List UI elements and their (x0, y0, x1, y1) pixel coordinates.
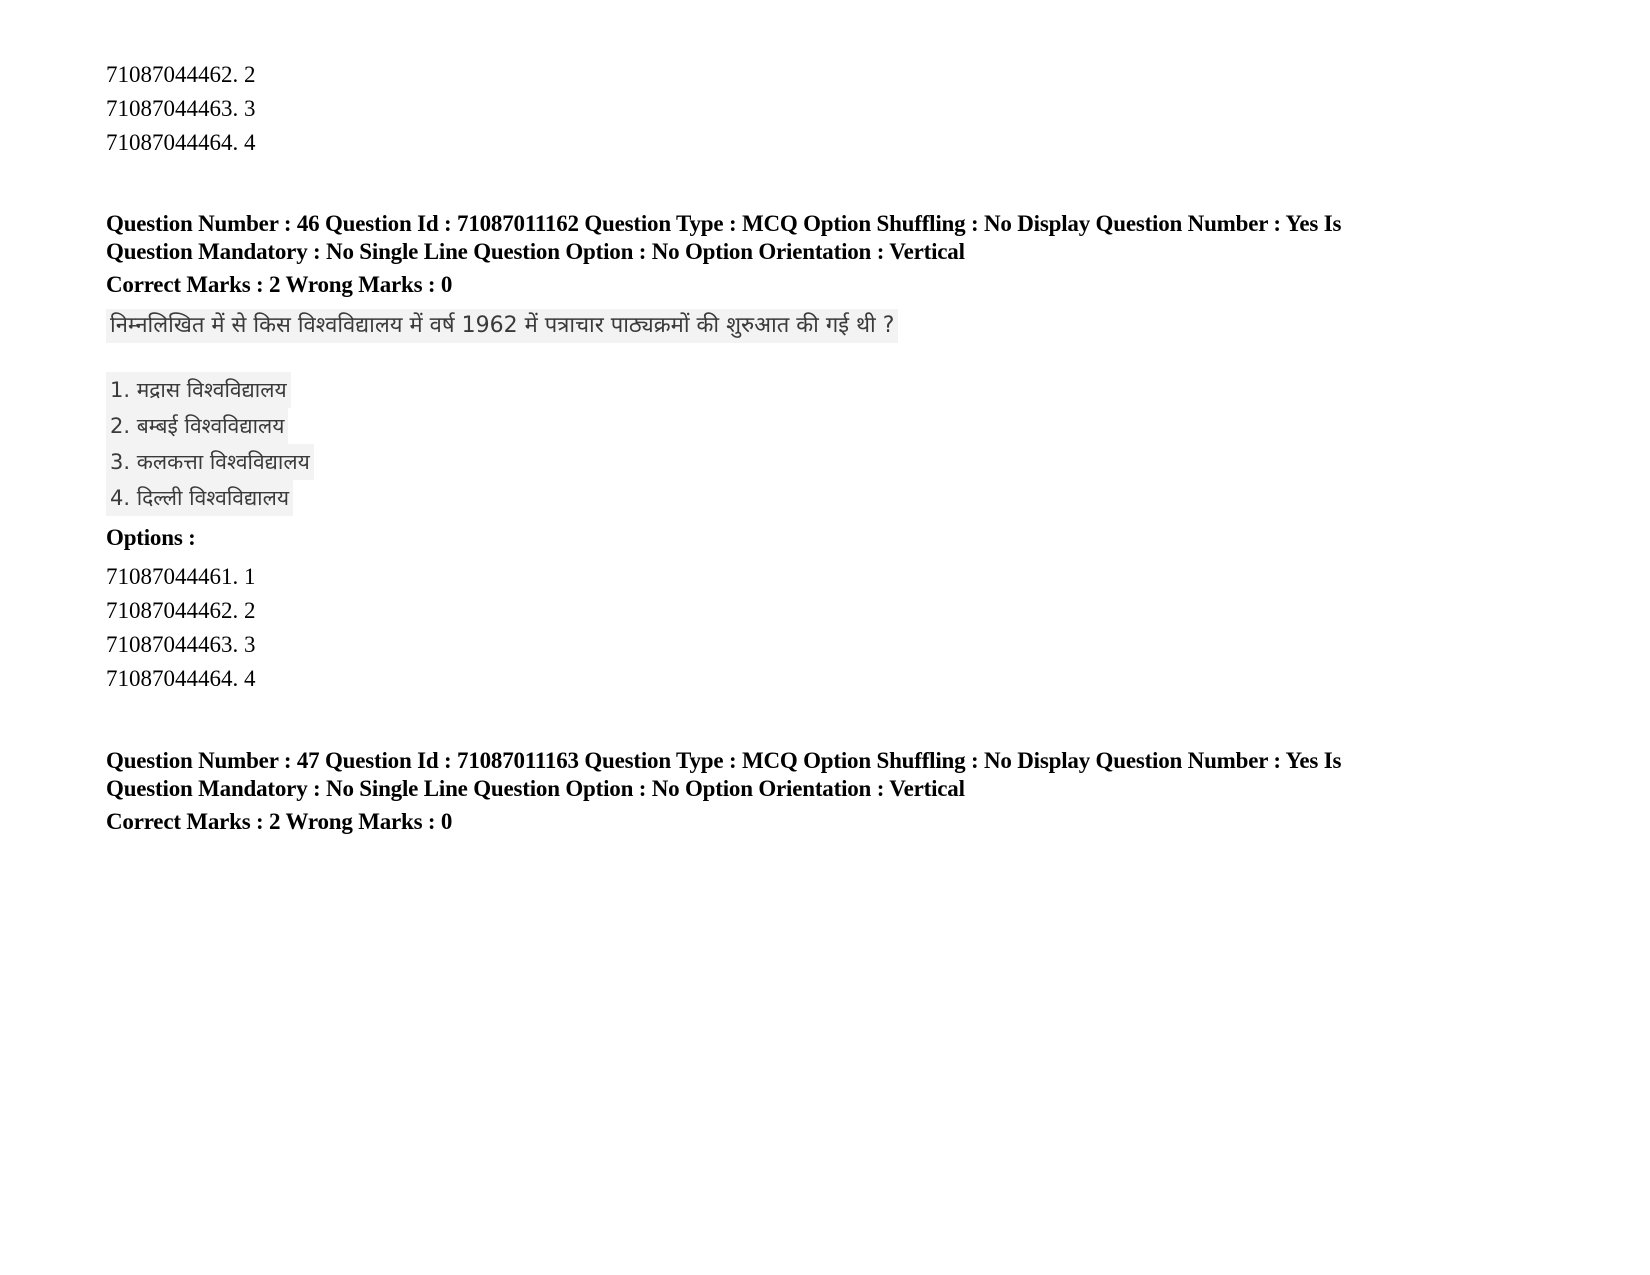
question-46-meta: Question Number : 46 Question Id : 71087… (106, 210, 1526, 266)
question-46-choices: 1. मद्रास विश्वविद्यालय 2. बम्बई विश्ववि… (106, 372, 314, 516)
question-47-marks: Correct Marks : 2 Wrong Marks : 0 (106, 809, 453, 834)
choice-item: 4. दिल्ली विश्वविद्यालय (106, 480, 294, 516)
option-id-line: 71087044462. 2 (106, 598, 256, 623)
option-id-line: 71087044464. 4 (106, 666, 256, 691)
question-47-meta: Question Number : 47 Question Id : 71087… (106, 747, 1526, 803)
option-id-line: 71087044463. 3 (106, 96, 256, 121)
question-meta-line-2: Question Mandatory : No Single Line Ques… (106, 776, 965, 801)
option-id-line: 71087044464. 4 (106, 130, 256, 155)
question-meta-line-2: Question Mandatory : No Single Line Ques… (106, 239, 965, 264)
choice-item: 3. कलकत्ता विश्वविद्यालय (106, 444, 314, 480)
option-id-line: 71087044463. 3 (106, 632, 256, 657)
question-46-text: निम्नलिखित में से किस विश्वविद्यालय में … (106, 309, 899, 343)
option-id-line: 71087044462. 2 (106, 62, 256, 87)
options-label: Options : (106, 525, 196, 550)
question-meta-line-1: Question Number : 46 Question Id : 71087… (106, 211, 1342, 236)
option-id-line: 71087044461. 1 (106, 564, 256, 589)
choice-item: 2. बम्बई विश्वविद्यालय (106, 408, 289, 444)
choice-item: 1. मद्रास विश्वविद्यालय (106, 372, 291, 408)
question-meta-line-1: Question Number : 47 Question Id : 71087… (106, 748, 1342, 773)
question-46-marks: Correct Marks : 2 Wrong Marks : 0 (106, 272, 453, 297)
